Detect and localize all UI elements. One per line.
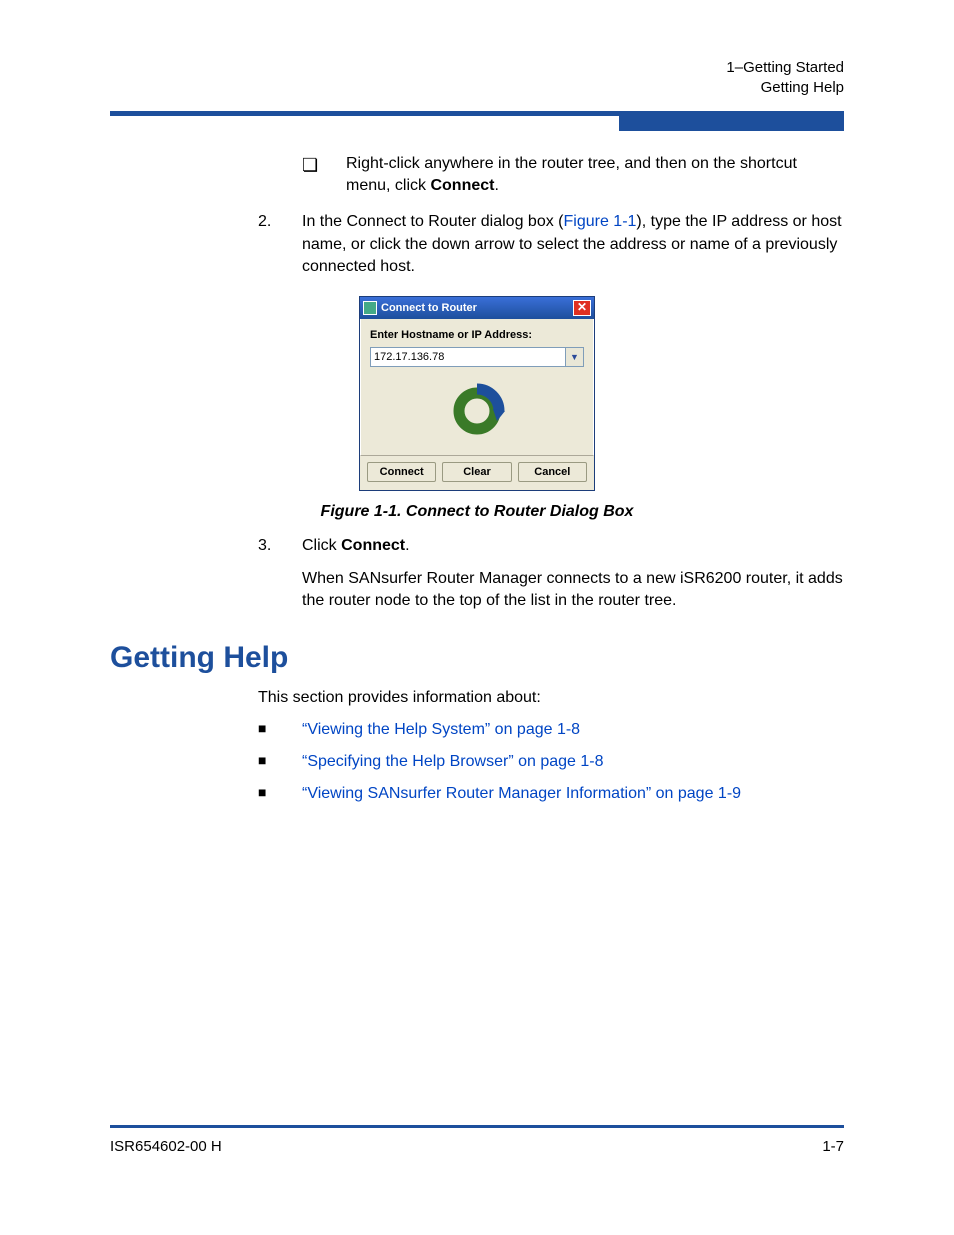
doc-id: ISR654602-00 H [110,1138,222,1155]
square-bullet-icon: ■ [258,719,302,741]
square-bullet-icon: ■ [258,751,302,773]
toc-item: ■ “Viewing SANsurfer Router Manager Info… [258,783,844,805]
dialog-titlebar: Connect to Router ✕ [360,297,594,319]
step-2: 2. In the Connect to Router dialog box (… [258,211,844,278]
toc-link[interactable]: “Specifying the Help Browser” on page 1-… [302,751,604,773]
section-intro: This section provides information about: [258,689,844,707]
figure-link[interactable]: Figure 1-1 [564,213,637,230]
header-rule [110,111,844,131]
square-bullet-icon: ■ [258,783,302,805]
toc-link[interactable]: “Viewing SANsurfer Router Manager Inform… [302,783,741,805]
app-icon [363,301,377,315]
step-2-text: In the Connect to Router dialog box (Fig… [302,211,844,278]
toc-item: ■ “Specifying the Help Browser” on page … [258,751,844,773]
dropdown-arrow-icon[interactable]: ▼ [566,347,584,367]
toc-link[interactable]: “Viewing the Help System” on page 1-8 [302,719,580,741]
checkbox-bullet-icon: ❏ [302,153,346,198]
figure-caption: Figure 1-1. Connect to Router Dialog Box [110,503,844,521]
header-section: Getting Help [110,78,844,98]
page-number: 1-7 [822,1138,844,1155]
footer-rule [110,1125,844,1128]
ip-combobox[interactable]: ▼ [370,347,584,367]
cancel-button[interactable]: Cancel [518,462,587,482]
connect-button[interactable]: Connect [367,462,436,482]
ip-field-label: Enter Hostname or IP Address: [370,329,584,341]
ip-input[interactable] [370,347,566,367]
page-footer: ISR654602-00 H 1-7 [110,1125,844,1155]
step-3-paragraph: When SANsurfer Router Manager connects t… [302,568,844,613]
sub-step-connect: ❏ Right-click anywhere in the router tre… [302,153,844,198]
figure-1-1: Connect to Router ✕ Enter Hostname or IP… [110,296,844,491]
close-icon[interactable]: ✕ [573,300,591,316]
header-chapter: 1–Getting Started [110,58,844,78]
section-heading-getting-help: Getting Help [110,641,844,675]
spinner-icon [370,383,584,439]
step-number: 2. [258,211,302,278]
connect-to-router-dialog: Connect to Router ✕ Enter Hostname or IP… [359,296,595,491]
sub-step-text: Right-click anywhere in the router tree,… [346,153,844,198]
step-3: 3. Click Connect. [258,535,844,557]
toc-item: ■ “Viewing the Help System” on page 1-8 [258,719,844,741]
step-number: 3. [258,535,302,557]
page-header: 1–Getting Started Getting Help [110,58,844,99]
clear-button[interactable]: Clear [442,462,511,482]
dialog-title: Connect to Router [381,302,477,314]
step-3-text: Click Connect. [302,535,844,557]
